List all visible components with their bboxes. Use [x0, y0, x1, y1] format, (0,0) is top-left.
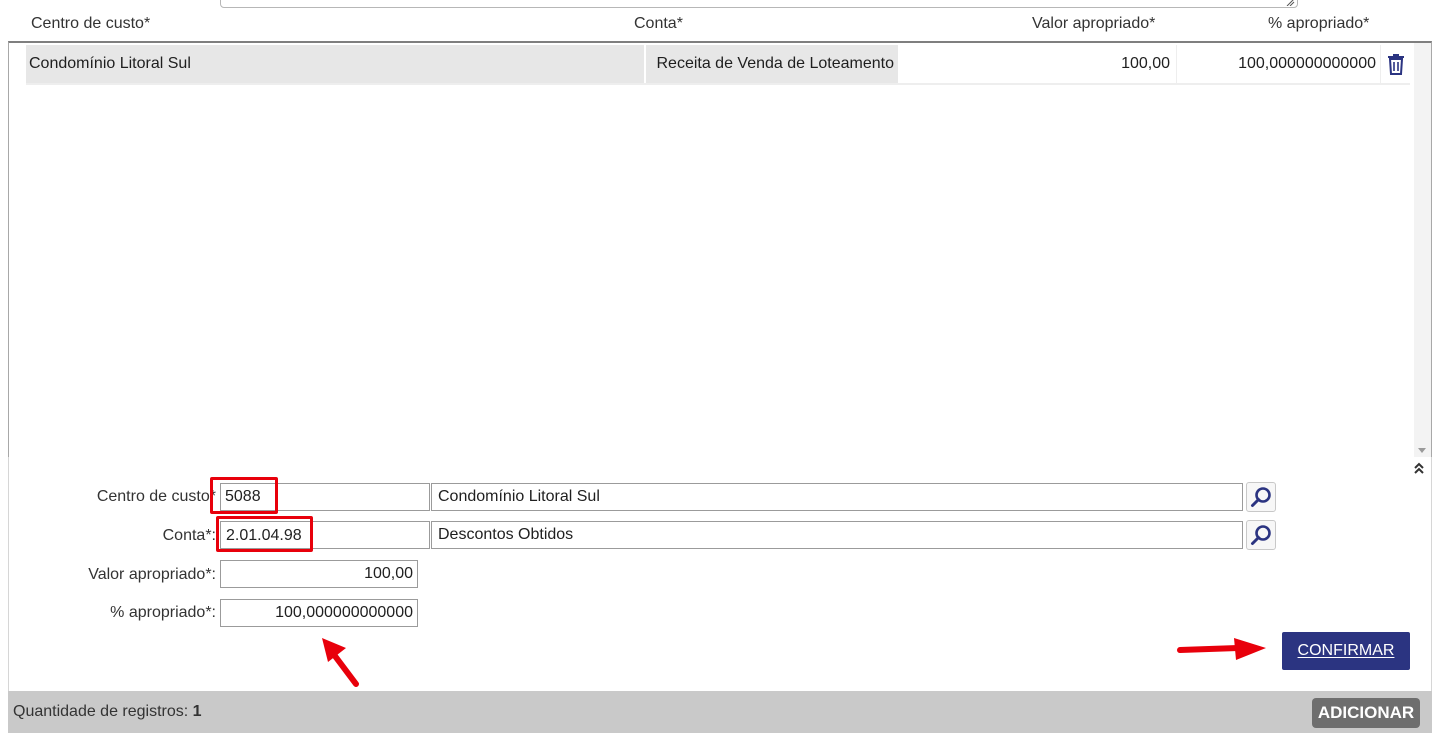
percentual-apropriado-label: % apropriado*:	[110, 604, 216, 621]
add-button-label: ADICIONAR	[1317, 703, 1415, 722]
conta-code-value: 2.01.04.98	[226, 527, 302, 544]
search-icon	[1251, 487, 1271, 507]
grid-footer: Quantidade de registros: 1	[8, 691, 1432, 733]
resize-grip-icon[interactable]	[1285, 0, 1295, 6]
confirm-button[interactable]: CONFIRMAR	[1282, 632, 1410, 670]
grid-scrollbar[interactable]	[1414, 43, 1431, 457]
column-header-valor-apropriado[interactable]: Valor apropriado*	[1032, 15, 1155, 33]
column-header-conta[interactable]: Conta*	[634, 15, 683, 33]
table-row[interactable]: Condomínio Litoral Sul Receita de Venda …	[26, 45, 1410, 83]
conta-lookup-button[interactable]	[1246, 520, 1276, 550]
annotation-arrow	[1177, 638, 1266, 660]
cell-percentual-apropriado: 100,000000000000	[1176, 45, 1378, 83]
centro-de-custo-label: Centro de custo*	[96, 488, 216, 505]
valor-apropriado-input[interactable]: 100,00	[220, 560, 418, 588]
record-count: Quantidade de registros: 1	[13, 703, 202, 721]
cell-valor-apropriado: 100,00	[1121, 55, 1170, 72]
record-count-value: 1	[192, 703, 202, 720]
apportionment-grid: Condomínio Litoral Sul Receita de Venda …	[8, 41, 1432, 458]
add-button[interactable]: ADICIONAR	[1312, 698, 1420, 728]
confirm-button-label: CONFIRMAR	[1297, 642, 1395, 659]
conta-description-input[interactable]: Descontos Obtidos	[431, 521, 1243, 549]
centro-de-custo-lookup-button[interactable]	[1246, 482, 1276, 512]
centro-de-custo-description-input[interactable]: Condomínio Litoral Sul	[431, 483, 1243, 511]
double-chevron-up-icon[interactable]	[1413, 461, 1425, 475]
cell-conta: Receita de Venda de Loteamento	[646, 45, 898, 83]
conta-label: Conta*:	[162, 527, 216, 544]
centro-de-custo-code-value: 5088	[225, 488, 261, 505]
scroll-down-icon[interactable]	[1418, 448, 1426, 453]
record-count-label: Quantidade de registros:	[13, 703, 189, 720]
percentual-apropriado-input[interactable]: 100,000000000000	[220, 599, 418, 627]
cell-centro-de-custo: Condomínio Litoral Sul	[26, 45, 644, 83]
search-icon	[1251, 525, 1271, 545]
trash-icon	[1388, 54, 1404, 75]
row-divider	[26, 83, 1410, 85]
annotation-arrow	[322, 638, 359, 687]
column-header-centro-de-custo[interactable]: Centro de custo*	[31, 15, 150, 33]
valor-apropriado-label: Valor apropriado*:	[88, 566, 216, 583]
column-header-percentual-apropriado[interactable]: % apropriado*	[1268, 15, 1369, 33]
notes-textarea[interactable]	[220, 0, 1298, 8]
delete-row-button[interactable]	[1380, 45, 1411, 83]
